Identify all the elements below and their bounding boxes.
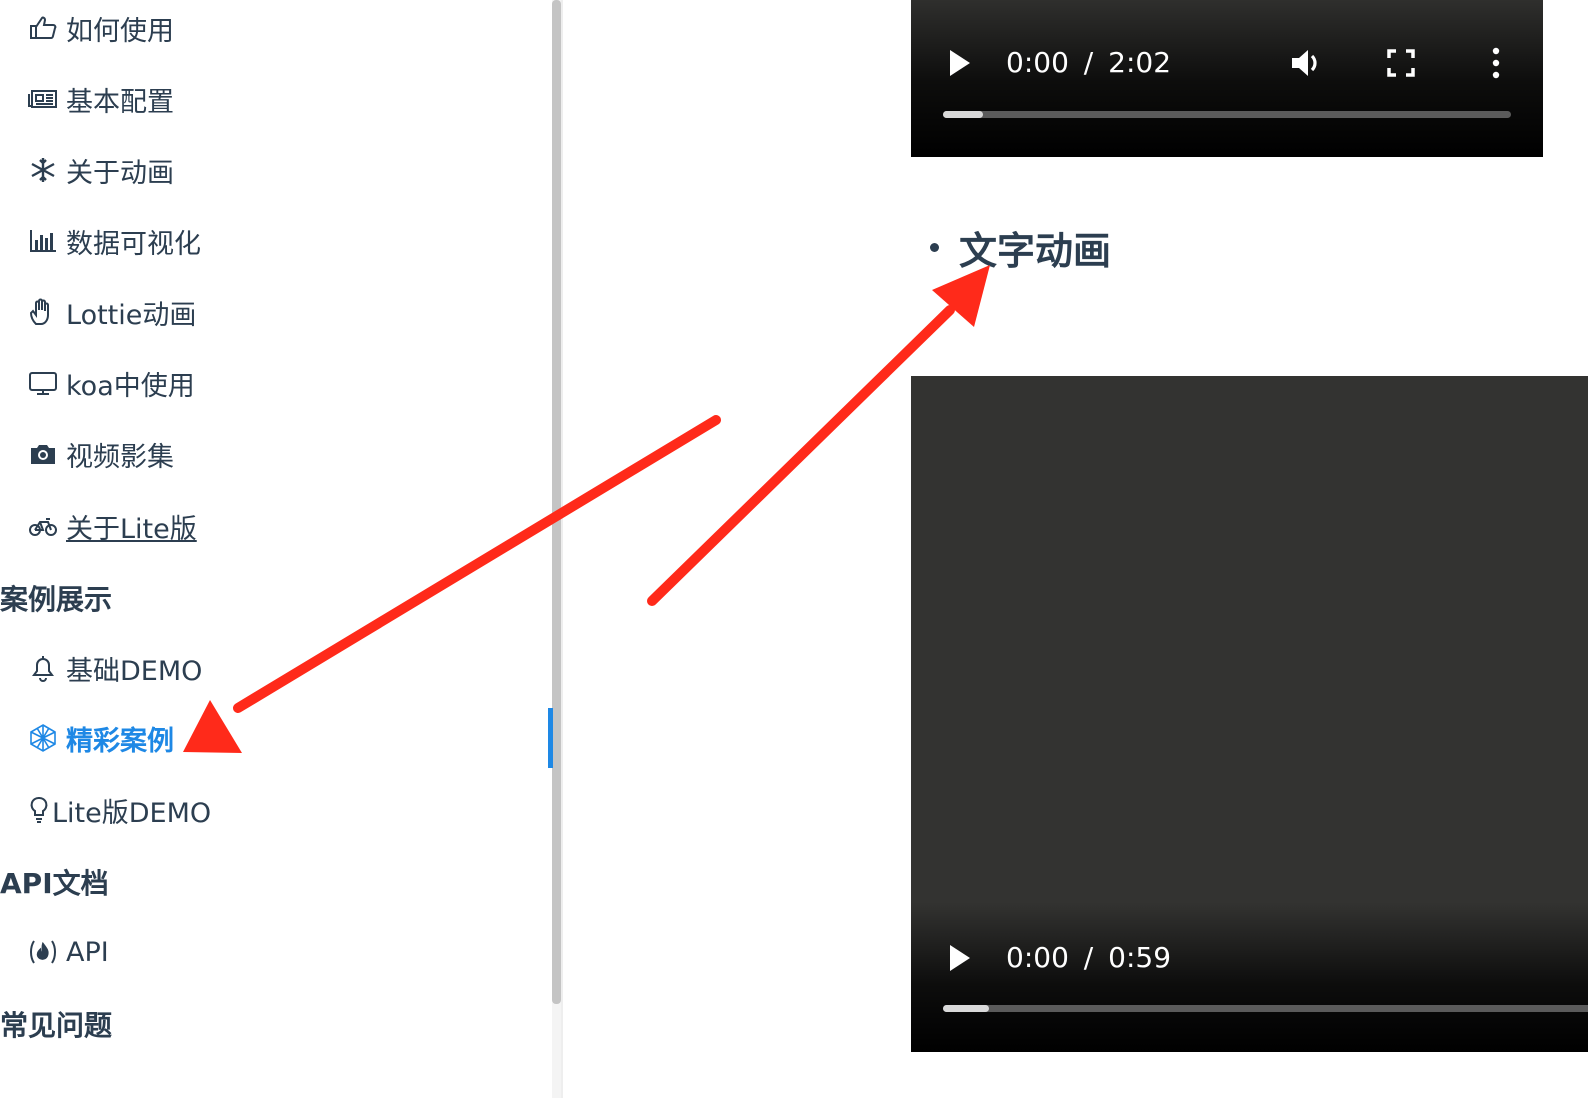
sidebar-item-showcase[interactable]: 精彩案例	[28, 718, 174, 758]
sidebar-item-lite-demo[interactable]: Lite版DEMO	[28, 790, 211, 830]
sidebar-item-label: 基础DEMO	[66, 655, 203, 687]
current-time: 0:00	[1006, 46, 1069, 79]
sidebar-item-label: API	[66, 936, 109, 968]
sidebar-item-api[interactable]: API	[28, 932, 109, 972]
total-time: 0:59	[1108, 941, 1172, 974]
sidebar-item-lottie[interactable]: Lottie动画	[28, 292, 196, 332]
sidebar-item-label: 如何使用	[66, 15, 174, 47]
bullet-dot	[930, 243, 939, 252]
sidebar-item-label: 精彩案例	[66, 725, 174, 757]
video-progress-fill	[943, 1005, 990, 1012]
sidebar-item-how-to-use[interactable]: 如何使用	[28, 8, 174, 48]
sidebar-item-about-lite[interactable]: 关于Lite版	[28, 506, 197, 546]
video-progress-fill	[943, 111, 983, 118]
play-icon[interactable]	[947, 943, 973, 973]
current-time: 0:00	[1006, 941, 1069, 974]
section-heading: 文字动画	[930, 220, 1111, 275]
pointing-hand-icon	[28, 12, 64, 44]
sidebar-item-about-animation[interactable]: 关于动画	[28, 150, 174, 190]
sidebar-item-video-album[interactable]: 视频影集	[28, 434, 174, 474]
more-options-icon[interactable]	[1476, 43, 1516, 83]
time-separator: /	[1083, 941, 1094, 974]
newspaper-icon	[28, 83, 64, 115]
video-progress-track[interactable]	[943, 111, 1511, 118]
section-title-api-docs: API文档	[0, 867, 109, 900]
total-time: 2:02	[1108, 46, 1172, 79]
sidebar-item-label: 数据可视化	[66, 228, 201, 260]
bell-icon	[28, 652, 64, 684]
video-controls-bar	[911, 902, 1588, 1052]
camera-icon	[28, 438, 64, 470]
sidebar-item-basic-demo[interactable]: 基础DEMO	[28, 648, 202, 688]
video-player-2[interactable]: 0:00 / 0:59	[911, 376, 1588, 1052]
section-title-cases: 案例展示	[0, 583, 113, 616]
hand-icon	[28, 296, 64, 328]
time-separator: /	[1083, 46, 1094, 79]
sidebar-item-data-viz[interactable]: 数据可视化	[28, 221, 201, 261]
sidebar-item-basic-config[interactable]: 基本配置	[28, 79, 174, 119]
bar-chart-icon	[28, 225, 64, 257]
sidebar-item-koa[interactable]: koa中使用	[28, 363, 195, 403]
play-icon[interactable]	[947, 48, 973, 78]
bicycle-icon	[28, 510, 64, 542]
video-player-1[interactable]: 0:00 / 2:02	[911, 0, 1543, 157]
section-title-faq: 常见问题	[0, 1009, 113, 1042]
sidebar-item-label: 基本配置	[66, 86, 174, 118]
sidebar-item-label: koa中使用	[66, 370, 195, 402]
fullscreen-icon[interactable]	[1381, 43, 1421, 83]
heading-text: 文字动画	[959, 229, 1112, 273]
active-item-marker	[548, 708, 553, 768]
lightbulb-icon	[28, 794, 50, 826]
volume-icon[interactable]	[1287, 43, 1327, 83]
api-fire-icon	[28, 936, 64, 968]
sidebar-item-label: Lite版DEMO	[52, 797, 212, 829]
snowflake-icon	[28, 154, 64, 186]
gem-icon	[28, 722, 64, 754]
video-progress-track[interactable]	[943, 1005, 1588, 1012]
sidebar-item-label: 视频影集	[66, 441, 174, 473]
sidebar-item-label: Lottie动画	[66, 299, 197, 331]
sidebar-item-label: 关于Lite版	[66, 513, 197, 545]
sidebar: 如何使用 基本配置 关于动画 数据可视化 Lottie动画 koa中使用 视频影…	[0, 0, 552, 1098]
sidebar-item-label: 关于动画	[66, 157, 174, 189]
video-time: 0:00 / 0:59	[1006, 941, 1171, 974]
sidebar-scrollbar-thumb[interactable]	[552, 0, 561, 1004]
video-time: 0:00 / 2:02	[1006, 46, 1171, 79]
content-divider	[561, 0, 563, 1098]
monitor-icon	[28, 367, 64, 399]
